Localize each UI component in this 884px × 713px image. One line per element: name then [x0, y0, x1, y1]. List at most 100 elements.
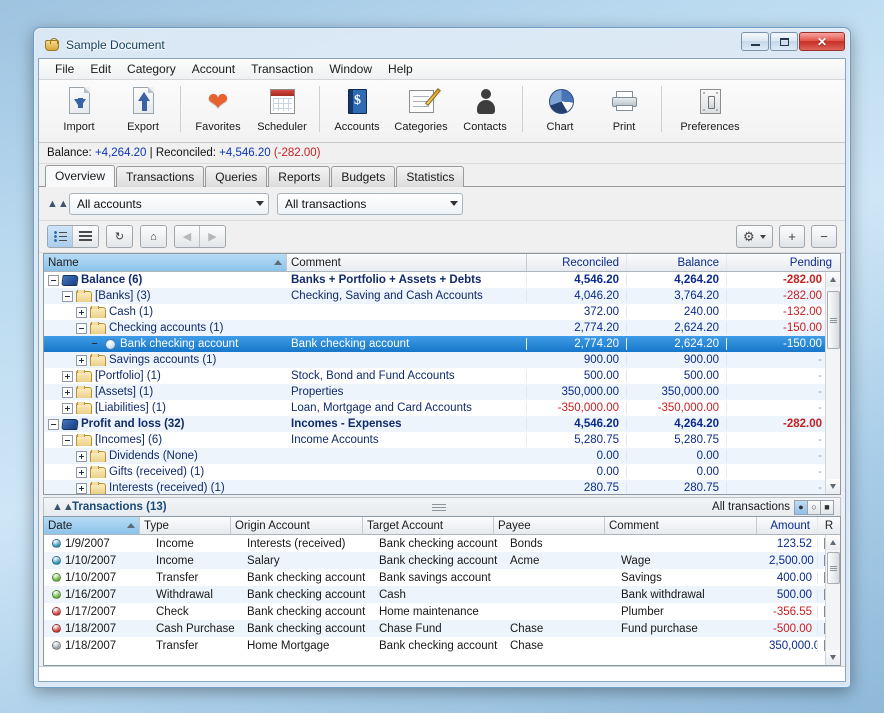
column-header-name[interactable]: Name [44, 254, 287, 271]
transaction-row[interactable]: 1/17/2007CheckBank checking accountHome … [44, 603, 840, 620]
menu-edit[interactable]: Edit [82, 60, 119, 78]
tree-row[interactable]: Dividends (None)0.000.00- [44, 448, 840, 464]
toolbar-favorites-button[interactable]: ❤ Favorites [186, 84, 250, 133]
expand-icon[interactable] [76, 307, 87, 318]
minimize-button[interactable] [741, 32, 769, 51]
tx-column-header-comment[interactable]: Comment [605, 517, 757, 534]
drag-grip-icon[interactable] [432, 504, 446, 511]
tx-column-header-amount[interactable]: Amount [757, 517, 818, 534]
tab-budgets[interactable]: Budgets [331, 166, 395, 187]
expand-icon[interactable] [76, 483, 87, 494]
toolbar-export-button[interactable]: Export [111, 84, 175, 133]
chevron-double-up-icon[interactable]: ▲▲ [47, 196, 63, 212]
scroll-down-button[interactable] [826, 479, 841, 494]
plain-view-button[interactable] [73, 226, 98, 247]
tree-row[interactable]: Balance (6)Banks + Portfolio + Assets + … [44, 272, 840, 288]
menu-window[interactable]: Window [321, 60, 380, 78]
expand-icon[interactable] [76, 355, 87, 366]
transactions-scrollbar[interactable] [825, 535, 840, 665]
tree-row[interactable]: Cash (1)372.00240.00-132.00 [44, 304, 840, 320]
column-header-comment[interactable]: Comment [287, 254, 527, 271]
tx-column-header-date[interactable]: Date [44, 517, 140, 534]
menu-transaction[interactable]: Transaction [243, 60, 321, 78]
expand-icon[interactable] [76, 451, 87, 462]
accounts-filter-select[interactable]: All accounts [69, 193, 269, 215]
tree-row[interactable]: Profit and loss (32)Incomes - Expenses4,… [44, 416, 840, 432]
tab-statistics[interactable]: Statistics [396, 166, 464, 187]
tx-column-header-origin[interactable]: Origin Account [231, 517, 363, 534]
tab-overview[interactable]: Overview [45, 165, 115, 187]
toolbar-categories-button[interactable]: Categories [389, 84, 453, 133]
collapse-icon[interactable] [48, 275, 59, 286]
tab-transactions[interactable]: Transactions [116, 166, 204, 187]
tree-row[interactable]: Interests (received) (1)280.75280.75- [44, 480, 840, 494]
transaction-row[interactable]: 1/16/2007WithdrawalBank checking account… [44, 586, 840, 603]
column-header-balance[interactable]: Balance [627, 254, 727, 271]
menu-account[interactable]: Account [184, 60, 243, 78]
transaction-row[interactable]: 1/10/2007TransferBank checking accountBa… [44, 569, 840, 586]
toolbar-chart-button[interactable]: Chart [528, 84, 592, 133]
close-button[interactable]: ✕ [799, 32, 845, 51]
transactions-filter-select[interactable]: All transactions [277, 193, 463, 215]
menu-file[interactable]: File [47, 60, 82, 78]
transaction-row[interactable]: 1/18/2007TransferHome MortgageBank check… [44, 637, 840, 654]
tx-column-header-payee[interactable]: Payee [494, 517, 605, 534]
add-account-button[interactable]: + [779, 225, 805, 248]
tree-row[interactable]: [Portfolio] (1)Stock, Bond and Fund Acco… [44, 368, 840, 384]
collapse-icon[interactable] [48, 419, 59, 430]
tree-row[interactable]: [Liabilities] (1)Loan, Mortgage and Card… [44, 400, 840, 416]
tx-column-header-target[interactable]: Target Account [363, 517, 494, 534]
tab-reports[interactable]: Reports [268, 166, 330, 187]
scroll-thumb[interactable] [827, 291, 840, 349]
accounts-tree-scrollbar[interactable] [825, 272, 840, 494]
settings-menu-button[interactable]: ⚙ [736, 225, 773, 248]
transaction-row[interactable]: 1/18/2007Cash PurchaseBank checking acco… [44, 620, 840, 637]
back-button[interactable]: ◀ [175, 226, 200, 247]
collapse-icon[interactable] [62, 291, 73, 302]
expand-icon[interactable] [62, 387, 73, 398]
toolbar-contacts-button[interactable]: Contacts [453, 84, 517, 133]
scroll-track[interactable] [826, 287, 841, 479]
maximize-button[interactable] [770, 32, 798, 51]
tab-queries[interactable]: Queries [205, 166, 267, 187]
menu-category[interactable]: Category [119, 60, 184, 78]
tree-row[interactable]: Checking accounts (1)2,774.202,624.20-15… [44, 320, 840, 336]
tx-column-header-reconciled[interactable]: R [818, 517, 840, 534]
tree-row[interactable]: Savings accounts (1)900.00900.00- [44, 352, 840, 368]
scroll-down-button[interactable] [826, 650, 841, 665]
tree-row[interactable]: [Incomes] (6)Income Accounts5,280.755,28… [44, 432, 840, 448]
tx-column-header-type[interactable]: Type [140, 517, 231, 534]
chevron-double-up-icon[interactable]: ▲▲ [52, 499, 68, 515]
tree-row[interactable]: [Assets] (1)Properties350,000.00350,000.… [44, 384, 840, 400]
toolbar-preferences-button[interactable]: Preferences [667, 84, 753, 133]
expand-icon[interactable] [76, 467, 87, 478]
toolbar-print-button[interactable]: Print [592, 84, 656, 133]
transaction-row[interactable]: 1/10/2007IncomeSalaryBank checking accou… [44, 552, 840, 569]
forward-button[interactable]: ▶ [200, 226, 225, 247]
collapse-icon[interactable] [62, 435, 73, 446]
toolbar-scheduler-button[interactable]: Scheduler [250, 84, 314, 133]
tree-row[interactable]: Gifts (received) (1)0.000.00- [44, 464, 840, 480]
detail-view-button[interactable] [48, 226, 73, 247]
expand-icon[interactable] [62, 371, 73, 382]
tree-row[interactable]: [Banks] (3)Checking, Saving and Cash Acc… [44, 288, 840, 304]
show-all-icon[interactable]: ● [794, 500, 808, 515]
toolbar-accounts-button[interactable]: $ Accounts [325, 84, 389, 133]
show-reconciled-icon[interactable]: ○ [807, 500, 821, 515]
expand-icon[interactable] [62, 403, 73, 414]
show-pending-icon[interactable]: ■ [820, 500, 834, 515]
toolbar-import-button[interactable]: Import [47, 84, 111, 133]
transactions-body[interactable]: 1/9/2007IncomeInterests (received)Bank c… [44, 535, 840, 665]
refresh-button[interactable]: ↻ [107, 226, 132, 247]
tree-row[interactable]: Bank checking accountBank checking accou… [44, 336, 840, 352]
scroll-track[interactable] [826, 550, 841, 650]
scroll-thumb[interactable] [827, 552, 840, 584]
scroll-up-button[interactable] [826, 272, 841, 287]
menu-help[interactable]: Help [380, 60, 421, 78]
home-button[interactable]: ⌂ [141, 226, 166, 247]
scroll-up-button[interactable] [826, 535, 841, 550]
column-header-reconciled[interactable]: Reconciled [527, 254, 627, 271]
accounts-tree-body[interactable]: Balance (6)Banks + Portfolio + Assets + … [44, 272, 840, 494]
transaction-row[interactable]: 1/9/2007IncomeInterests (received)Bank c… [44, 535, 840, 552]
column-header-pending[interactable]: Pending [727, 254, 840, 271]
